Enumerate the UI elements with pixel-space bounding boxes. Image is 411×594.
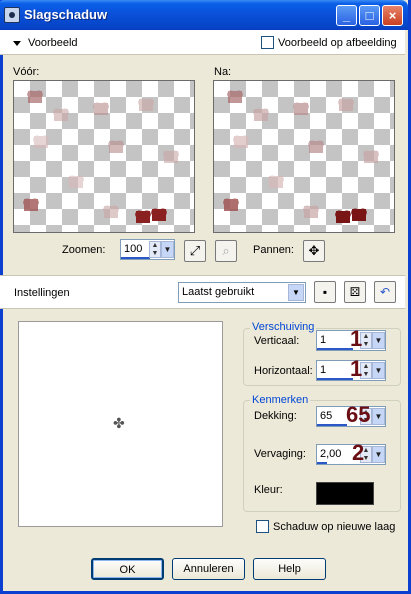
horizontal-slider-bar[interactable] <box>317 378 353 380</box>
heart-shape <box>294 103 308 115</box>
after-label: Na: <box>214 66 232 78</box>
after-preview[interactable] <box>213 80 395 233</box>
chevron-down-icon[interactable]: ▼ <box>288 284 304 301</box>
horizontal-value[interactable]: 1 <box>320 364 326 376</box>
vertical-label: Verticaal: <box>254 335 300 347</box>
color-label: Kleur: <box>254 484 283 496</box>
annotation-horizontal: 1 <box>350 356 363 381</box>
preview-toggle-label[interactable]: Voorbeeld <box>28 37 78 49</box>
app-icon <box>4 7 20 23</box>
title-bar[interactable]: Slagschaduw _ □ × <box>0 0 408 30</box>
crosshair-icon[interactable]: ✤ <box>113 415 125 432</box>
vertical-slider-bar[interactable] <box>317 348 353 350</box>
preset-value: Laatst gebruikt <box>182 286 255 298</box>
new-layer-checkbox[interactable] <box>256 520 269 533</box>
zoom-value[interactable]: 100 <box>124 243 142 255</box>
zoom-slider-bar[interactable] <box>121 257 150 259</box>
chevron-down-icon[interactable]: ▼ <box>372 362 385 379</box>
spin-arrows-icon[interactable]: ▲ ▼ <box>149 241 161 258</box>
opacity-label: Dekking: <box>254 410 297 422</box>
heart-shape <box>352 209 366 221</box>
zoom-magnifier-button[interactable]: ⌕ <box>215 240 237 262</box>
settings-label: Instellingen <box>14 287 70 299</box>
properties-group-title: Kenmerken <box>250 394 311 406</box>
heart-shape <box>336 211 350 223</box>
heart-shape <box>269 176 283 188</box>
save-preset-icon[interactable]: ▪ <box>314 281 336 303</box>
shadow-color-swatch[interactable] <box>316 482 374 505</box>
cancel-button[interactable]: Annuleren <box>172 558 245 580</box>
horizontal-label: Horizontaal: <box>254 365 313 377</box>
chevron-down-icon[interactable]: ▼ <box>372 446 385 463</box>
collapse-arrow-icon[interactable] <box>13 41 21 46</box>
blur-spinner[interactable]: 2,00 ▲ ▼ ▼ <box>316 444 386 465</box>
reset-icon[interactable]: ↶ <box>374 281 396 303</box>
heart-shape <box>304 206 318 218</box>
heart-shape <box>309 141 323 153</box>
close-button[interactable]: × <box>382 5 403 26</box>
ok-button[interactable]: OK <box>91 558 164 580</box>
heart-shape <box>339 99 353 111</box>
heart-shape <box>364 151 378 163</box>
vertical-value[interactable]: 1 <box>320 334 326 346</box>
heart-shape <box>254 109 268 121</box>
heart-shape <box>234 136 248 148</box>
preset-select[interactable]: Laatst gebruikt ▼ <box>178 282 306 303</box>
chevron-down-icon[interactable]: ▼ <box>372 332 385 349</box>
blur-label: Vervaging: <box>254 448 306 460</box>
heart-shape <box>152 209 166 221</box>
heart-shape <box>69 176 83 188</box>
offset-group-title: Verschuiving <box>250 321 317 333</box>
heart-shape <box>54 109 68 121</box>
help-button[interactable]: Help <box>253 558 326 580</box>
heart-shape <box>228 91 242 103</box>
chevron-down-icon[interactable]: ▼ <box>161 241 174 258</box>
zoom-spinner[interactable]: 100 ▲ ▼ ▼ <box>120 239 175 260</box>
randomize-dice-icon[interactable]: ⚄ <box>344 281 366 303</box>
preview-on-image-label[interactable]: Voorbeeld op afbeelding <box>278 37 397 49</box>
blur-slider-bar[interactable] <box>317 462 327 464</box>
before-label: Vóór: <box>13 66 40 78</box>
before-preview[interactable] <box>13 80 195 233</box>
blur-value[interactable]: 2,00 <box>320 448 341 460</box>
heart-shape <box>104 206 118 218</box>
window-title: Slagschaduw <box>24 7 108 22</box>
heart-shape <box>109 141 123 153</box>
heart-shape <box>34 136 48 148</box>
chevron-down-icon[interactable]: ▼ <box>372 408 385 425</box>
heart-shape <box>139 99 153 111</box>
opacity-value[interactable]: 65 <box>320 410 332 422</box>
pan-label: Pannen: <box>253 244 294 256</box>
maximize-button[interactable]: □ <box>359 5 380 26</box>
annotation-opacity: 65 <box>346 402 371 427</box>
heart-shape <box>28 91 42 103</box>
heart-shape <box>24 199 38 211</box>
preview-on-image-checkbox[interactable] <box>261 36 274 49</box>
zoom-fit-button[interactable]: ⤢ <box>184 240 206 262</box>
pan-move-icon[interactable]: ✥ <box>303 240 325 262</box>
settings-bar: Instellingen Laatst gebruikt ▼ ▪ ⚄ ↶ <box>0 275 405 309</box>
new-layer-label[interactable]: Schaduw op nieuwe laag <box>273 521 395 533</box>
annotation-vertical: 1 <box>350 326 363 351</box>
shadow-direction-canvas[interactable]: ✤ <box>18 321 223 527</box>
heart-shape <box>94 103 108 115</box>
heart-shape <box>164 151 178 163</box>
opacity-slider-bar[interactable] <box>317 424 347 426</box>
annotation-blur: 2 <box>352 440 365 465</box>
preview-header: Voorbeeld Voorbeeld op afbeelding <box>0 30 405 55</box>
heart-shape <box>224 199 238 211</box>
zoom-label: Zoomen: <box>62 244 106 256</box>
heart-shape <box>136 211 150 223</box>
minimize-button[interactable]: _ <box>336 5 357 26</box>
